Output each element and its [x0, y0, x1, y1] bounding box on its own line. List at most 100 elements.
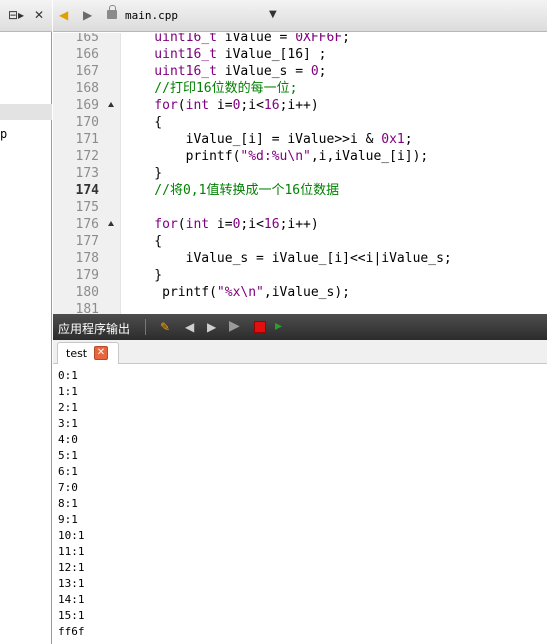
code-token: i=	[209, 98, 233, 113]
fold-marker-icon[interactable]	[108, 102, 114, 107]
selected-project-row[interactable]	[0, 104, 52, 120]
code-text: printf("%d:%u\n",i,iValue_[i]);	[123, 148, 429, 165]
code-line[interactable]: 165 uint16_t iValue = 0XFF6F;	[53, 33, 547, 46]
code-text: }	[123, 165, 162, 182]
code-text: uint16_t iValue_s = 0;	[123, 63, 327, 80]
next-icon[interactable]: ▶	[207, 320, 216, 334]
code-token: ,iValue_s);	[263, 285, 350, 300]
output-line: 1:1	[58, 385, 78, 398]
code-token: iValue_[i] = iValue>>i &	[123, 132, 382, 147]
code-text: //打印16位数的每一位;	[123, 80, 297, 97]
code-token: ;	[318, 64, 327, 79]
code-token: printf(	[123, 285, 217, 300]
close-icon[interactable]: ✕	[34, 8, 44, 22]
code-line[interactable]: 167 uint16_t iValue_s = 0;	[53, 63, 547, 80]
code-token: iValue =	[216, 33, 296, 45]
forward-arrow-icon[interactable]: ▶	[83, 8, 92, 22]
rerun-icon[interactable]: ▸	[275, 318, 282, 334]
code-token: i=	[209, 217, 233, 232]
run-icon[interactable]: ▶	[229, 318, 240, 334]
code-token: uint16_t	[123, 33, 217, 45]
code-text: for(int i=0;i<16;i++)	[123, 97, 318, 114]
code-line[interactable]: 172 printf("%d:%u\n",i,iValue_[i]);	[53, 148, 547, 165]
toolbar-separator	[145, 319, 146, 335]
code-token: ;i<	[240, 98, 264, 113]
code-token: }	[123, 268, 163, 283]
code-text: iValue_s = iValue_[i]<<i|iValue_s;	[123, 250, 452, 267]
output-line: 8:1	[58, 497, 78, 510]
output-console[interactable]: 0:1 1:1 2:1 3:1 4:0 5:1 6:1 7:0 8:1 9:1 10:1 11:1 12…	[53, 364, 547, 644]
code-text: //将0,1值转换成一个16位数据	[123, 182, 339, 199]
clear-output-icon[interactable]: ✎	[160, 320, 170, 334]
editor-toolbar: ◀ ▶ main.cpp ▼	[53, 0, 547, 32]
code-token: ;	[404, 132, 413, 147]
output-line: 10:1	[58, 529, 85, 542]
code-token: {	[123, 234, 163, 249]
prev-icon[interactable]: ◀	[185, 320, 194, 334]
line-number: 170	[75, 115, 99, 130]
code-line[interactable]: 180 printf("%x\n",iValue_s);	[53, 284, 547, 301]
line-number: 178	[75, 251, 99, 266]
output-line: 11:1	[58, 545, 85, 558]
left-sidebar: ⊟▸ ✕ p	[0, 0, 52, 644]
code-token: //将0,1值转换成一个16位数据	[123, 183, 340, 198]
code-editor[interactable]: 165 uint16_t iValue = 0XFF6F; 166 uint16_…	[53, 33, 547, 314]
code-line[interactable]: 177 {	[53, 233, 547, 250]
line-number: 180	[75, 285, 99, 300]
output-line: 9:1	[58, 513, 78, 526]
code-line[interactable]: 166 uint16_t iValue_[16] ;	[53, 46, 547, 63]
code-token: for	[123, 98, 178, 113]
code-line[interactable]: 168 //打印16位数的每一位;	[53, 80, 547, 97]
output-panel-title: 应用程序输出	[58, 322, 131, 336]
line-number: 171	[75, 132, 99, 147]
line-number: 165	[75, 33, 99, 45]
output-tab-test[interactable]: test ✕	[57, 342, 119, 364]
code-line[interactable]: 175	[53, 199, 547, 216]
output-line: 4:0	[58, 433, 78, 446]
code-text: for(int i=0;i<16;i++)	[123, 216, 319, 233]
code-text: {	[123, 114, 162, 131]
code-line[interactable]: 169 for(int i=0;i<16;i++)	[53, 97, 547, 114]
split-view-icon[interactable]: ⊟▸	[8, 8, 24, 22]
lock-icon	[107, 5, 117, 19]
code-token: "%x\n"	[216, 285, 264, 300]
code-token: uint16_t	[123, 64, 217, 79]
output-tab-bar: test ✕	[53, 340, 547, 364]
code-line[interactable]: 174 //将0,1值转换成一个16位数据	[53, 182, 547, 199]
line-number: 177	[75, 234, 99, 249]
code-token: 16	[263, 98, 280, 113]
line-number: 167	[75, 64, 99, 79]
project-item-fragment[interactable]: p	[0, 127, 7, 141]
code-line[interactable]: 170 {	[53, 114, 547, 131]
code-line[interactable]: 171 iValue_[i] = iValue>>i & 0x1;	[53, 131, 547, 148]
code-token: iValue_s =	[216, 64, 311, 79]
output-tab-label: test	[66, 347, 88, 360]
output-line: 12:1	[58, 561, 85, 574]
stop-icon[interactable]	[254, 321, 266, 333]
close-icon[interactable]: ✕	[94, 346, 108, 360]
code-line[interactable]: 179 }	[53, 267, 547, 284]
open-file-name[interactable]: main.cpp	[125, 9, 178, 22]
chevron-down-icon[interactable]: ▼	[269, 9, 277, 20]
output-line: 14:1	[58, 593, 85, 606]
line-number: 179	[75, 268, 99, 283]
output-line: 2:1	[58, 401, 78, 414]
output-line: ff6f	[58, 625, 85, 638]
code-token: ;i++)	[279, 217, 319, 232]
code-line[interactable]: 178 iValue_s = iValue_[i]<<i|iValue_s;	[53, 250, 547, 267]
output-line: 15:1	[58, 609, 85, 622]
code-line[interactable]: 176 for(int i=0;i<16;i++)	[53, 216, 547, 233]
back-arrow-icon[interactable]: ◀	[59, 8, 68, 22]
code-token: ;	[342, 33, 350, 45]
code-text: printf("%x\n",iValue_s);	[123, 284, 350, 301]
code-line[interactable]: 173 }	[53, 165, 547, 182]
code-token: "%d:%u\n"	[240, 149, 311, 164]
code-line[interactable]: 181	[53, 301, 547, 314]
code-text: }	[123, 267, 162, 284]
code-token: ;i<	[240, 217, 264, 232]
code-token: iValue_[16] ;	[216, 47, 327, 62]
code-token: uint16_t	[123, 47, 217, 62]
code-token: 16	[263, 217, 280, 232]
output-line: 5:1	[58, 449, 78, 462]
fold-marker-icon[interactable]	[108, 221, 114, 226]
